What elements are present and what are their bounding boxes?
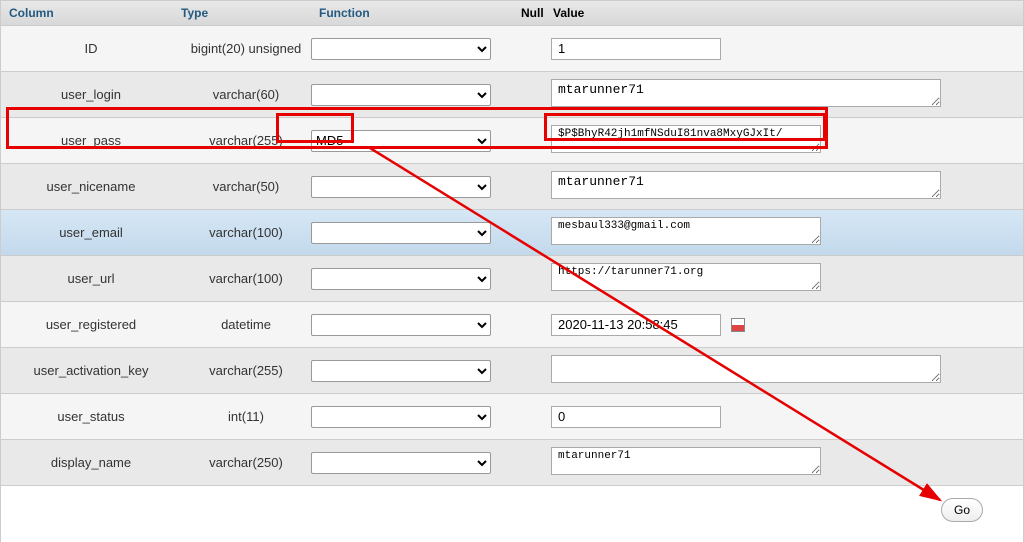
function-select[interactable]: MD5 [311, 130, 491, 152]
header-value: Value [551, 6, 1023, 20]
function-select[interactable] [311, 268, 491, 290]
function-select[interactable] [311, 314, 491, 336]
value-textarea[interactable] [551, 79, 941, 107]
header-null: Null [521, 6, 551, 20]
function-select[interactable] [311, 452, 491, 474]
column-type: varchar(250) [181, 455, 311, 470]
table-row: user_email varchar(100) [0, 210, 1024, 256]
value-textarea[interactable] [551, 125, 821, 153]
header-type[interactable]: Type [181, 6, 208, 20]
function-select[interactable] [311, 406, 491, 428]
calendar-icon[interactable] [731, 318, 745, 332]
column-name: user_registered [1, 317, 181, 332]
column-name: display_name [1, 455, 181, 470]
value-textarea[interactable] [551, 355, 941, 383]
column-type: varchar(50) [181, 179, 311, 194]
table-row: user_status int(11) [0, 394, 1024, 440]
table-row: display_name varchar(250) [0, 440, 1024, 486]
value-input[interactable] [551, 314, 721, 336]
header-column[interactable]: Column [9, 6, 54, 20]
value-textarea[interactable] [551, 447, 821, 475]
column-type: varchar(60) [181, 87, 311, 102]
column-type: varchar(255) [181, 363, 311, 378]
table-row: user_login varchar(60) [0, 72, 1024, 118]
value-input[interactable] [551, 406, 721, 428]
table-row: ID bigint(20) unsigned [0, 26, 1024, 72]
column-name: ID [1, 41, 181, 56]
column-type: varchar(255) [181, 133, 311, 148]
column-name: user_login [1, 87, 181, 102]
table-row: user_nicename varchar(50) [0, 164, 1024, 210]
column-name: user_pass [1, 133, 181, 148]
value-textarea[interactable] [551, 171, 941, 199]
value-input[interactable] [551, 38, 721, 60]
header-function[interactable]: Function [319, 6, 370, 20]
table-row: user_url varchar(100) [0, 256, 1024, 302]
table-row: user_activation_key varchar(255) [0, 348, 1024, 394]
table-row: user_pass varchar(255) MD5 [0, 118, 1024, 164]
column-type: varchar(100) [181, 225, 311, 240]
value-textarea[interactable] [551, 217, 821, 245]
column-type: bigint(20) unsigned [181, 41, 311, 56]
function-select[interactable] [311, 360, 491, 382]
column-name: user_status [1, 409, 181, 424]
table-header: Column Type Function Null Value [0, 0, 1024, 26]
column-name: user_activation_key [1, 363, 181, 378]
table-row: user_registered datetime [0, 302, 1024, 348]
column-type: datetime [181, 317, 311, 332]
column-type: varchar(100) [181, 271, 311, 286]
function-select[interactable] [311, 176, 491, 198]
function-select[interactable] [311, 84, 491, 106]
value-textarea[interactable] [551, 263, 821, 291]
column-name: user_url [1, 271, 181, 286]
column-type: int(11) [181, 409, 311, 424]
column-name: user_email [1, 225, 181, 240]
column-name: user_nicename [1, 179, 181, 194]
footer: Go [0, 486, 1024, 542]
function-select[interactable] [311, 38, 491, 60]
function-select[interactable] [311, 222, 491, 244]
go-button[interactable]: Go [941, 498, 983, 522]
